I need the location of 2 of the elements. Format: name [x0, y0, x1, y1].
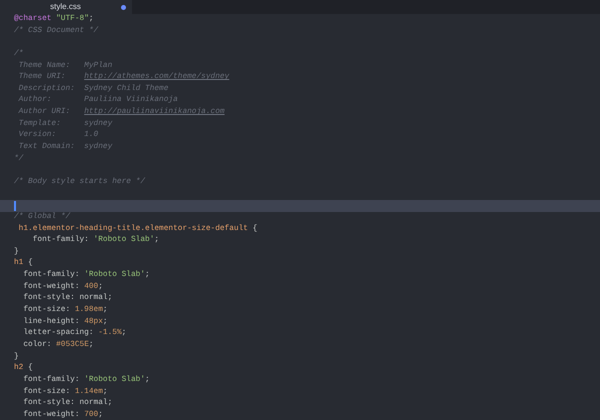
text-cursor	[14, 201, 16, 212]
file-tab[interactable]: style.css	[0, 0, 132, 14]
